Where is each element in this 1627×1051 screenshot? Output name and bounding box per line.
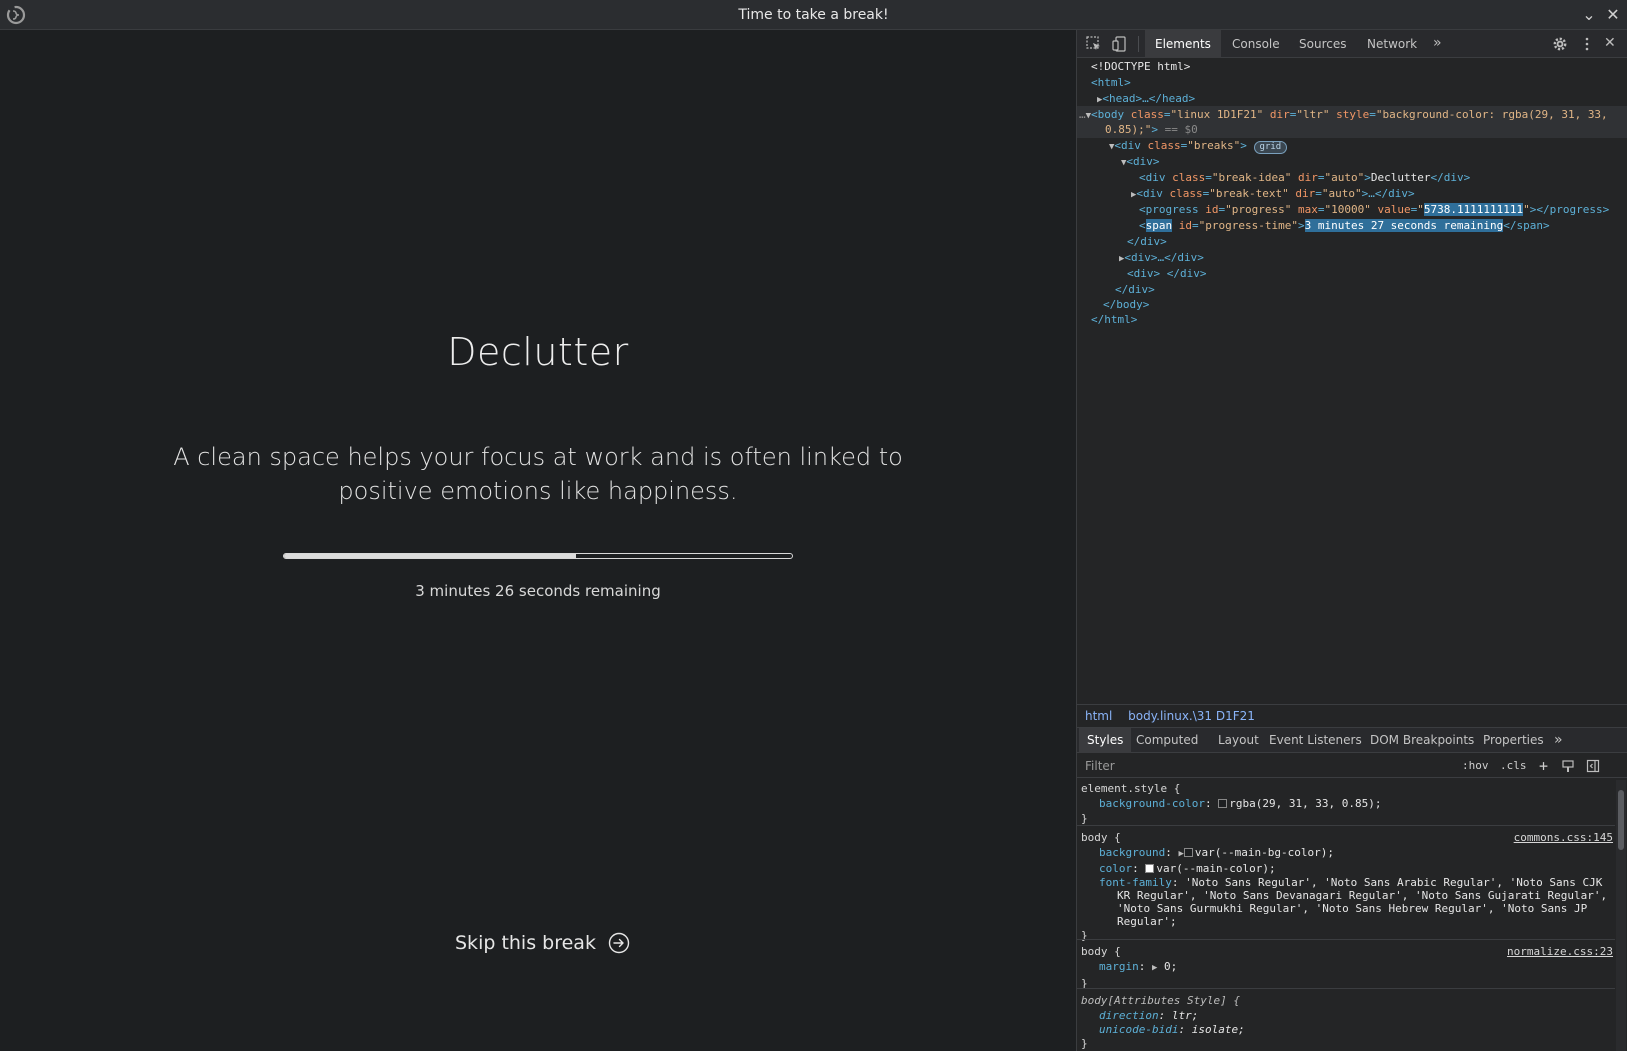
toolbar-separator	[1138, 36, 1139, 52]
cls-toggle[interactable]: .cls	[1500, 757, 1527, 775]
color-swatch[interactable]	[1145, 864, 1155, 873]
dom-inner-div[interactable]: ▼<div>	[1121, 154, 1160, 171]
toggle-sidebar-icon[interactable]	[1586, 759, 1600, 773]
dom-break-idea[interactable]: <div class="break-idea" dir="auto">Declu…	[1139, 170, 1470, 186]
dom-html-close: </html>	[1091, 313, 1138, 326]
decl-background-color[interactable]: background-color: rgba(29, 31, 33, 0.85)…	[1077, 797, 1615, 810]
breadcrumb: html body.linux.\31 D1F21	[1077, 704, 1627, 726]
hov-toggle[interactable]: :hov	[1462, 757, 1489, 775]
decl-font-family[interactable]: font-family: 'Noto Sans Regular', 'Noto …	[1077, 876, 1615, 889]
dom-div-close-2: </div>	[1115, 283, 1155, 296]
styles-tab-bar: Styles Computed Layout Event Listeners D…	[1077, 727, 1627, 753]
close-icon[interactable]: ✕	[1603, 5, 1623, 25]
rule-attributes-style: body[Attributes Style] { direction: ltr;…	[1077, 994, 1615, 1050]
dom-doctype[interactable]: <!DOCTYPE html>	[1091, 59, 1190, 75]
decl-direction[interactable]: direction: ltr;	[1077, 1009, 1615, 1022]
dom-head[interactable]: ▶<head>…</head>	[1097, 91, 1195, 108]
rule-element-style: element.style { background-color: rgba(2…	[1077, 782, 1615, 825]
decl-font-family-cont-3: Regular';	[1117, 915, 1177, 928]
dom-breaks-div[interactable]: ▼<div class="breaks"> grid	[1109, 138, 1288, 155]
skip-break-label: Skip this break	[455, 932, 596, 954]
window-title: Time to take a break!	[738, 6, 889, 23]
dom-progress-time-span[interactable]: <span id="progress-time">3 minutes 27 se…	[1139, 218, 1550, 234]
devtools-panel: Elements Console Sources Network » ✕ <!D…	[1076, 30, 1627, 1051]
decl-margin[interactable]: margin: ▶ 0;	[1077, 960, 1615, 975]
dom-div-collapsed[interactable]: ▶<div>…</div>	[1119, 250, 1204, 267]
arrow-right-circle-icon	[608, 932, 630, 954]
styles-filter-bar: :hov .cls +	[1077, 754, 1627, 778]
gear-icon[interactable]	[1551, 35, 1569, 53]
dom-div-empty[interactable]: <div> </div>	[1127, 266, 1206, 282]
break-progress-fill	[284, 554, 576, 558]
tab-properties[interactable]: Properties	[1475, 728, 1552, 753]
tab-elements[interactable]: Elements	[1145, 30, 1221, 58]
tab-console[interactable]: Console	[1222, 30, 1290, 58]
source-link-normalize[interactable]: normalize.css:23	[1507, 945, 1613, 958]
grid-badge[interactable]: grid	[1253, 141, 1288, 154]
dom-body-cont: 0.85);"> == $0	[1105, 123, 1198, 136]
styles-scrollbar[interactable]	[1616, 780, 1626, 1051]
breadcrumb-body[interactable]: body.linux.\31 D1F21	[1128, 709, 1255, 723]
rule-body-commons: body { commons.css:145 background: ▶ var(…	[1077, 831, 1615, 942]
decl-font-family-cont-1: KR Regular', 'Noto Sans Devanagari Regul…	[1117, 889, 1608, 902]
break-screen: Declutter A clean space helps your focus…	[0, 30, 1076, 1051]
decl-unicode-bidi[interactable]: unicode-bidi: isolate;	[1077, 1023, 1615, 1036]
decl-font-family-cont-2: 'Noto Sans Gurmukhi Regular', 'Noto Sans…	[1117, 902, 1588, 915]
rule-divider	[1077, 939, 1615, 940]
break-idea: Declutter	[447, 330, 629, 374]
break-progress-bar	[283, 553, 793, 559]
dom-tree: <!DOCTYPE html> <html> ▶<head>…</head> ……	[1077, 59, 1627, 699]
break-text: A clean space helps your focus at work a…	[173, 443, 903, 505]
dom-break-text[interactable]: ▶<div class="break-text" dir="auto">…</d…	[1131, 186, 1415, 203]
dom-html[interactable]: <html>	[1091, 75, 1131, 91]
devtools-toolbar: Elements Console Sources Network » ✕	[1077, 30, 1627, 58]
decl-background[interactable]: background: ▶ var(--main-bg-color);	[1077, 846, 1615, 861]
tab-dom-breakpoints[interactable]: DOM Breakpoints	[1362, 728, 1482, 753]
rule-divider	[1077, 988, 1615, 989]
progress-time: 3 minutes 26 seconds remaining	[415, 582, 661, 600]
tab-computed[interactable]: Computed	[1128, 728, 1206, 753]
more-tabs-icon[interactable]: »	[1433, 34, 1451, 52]
tab-network[interactable]: Network	[1357, 30, 1427, 58]
decl-color[interactable]: color: var(--main-color);	[1077, 862, 1615, 875]
tab-sources[interactable]: Sources	[1289, 30, 1356, 58]
tab-styles[interactable]: Styles	[1079, 728, 1132, 753]
color-swatch[interactable]	[1183, 848, 1193, 857]
tab-layout[interactable]: Layout	[1210, 728, 1267, 753]
paint-bucket-icon[interactable]	[1561, 759, 1575, 773]
color-swatch[interactable]	[1218, 799, 1228, 808]
styles-filter-input[interactable]	[1081, 756, 1433, 776]
inspect-element-icon[interactable]	[1085, 35, 1103, 53]
tab-event-listeners[interactable]: Event Listeners	[1261, 728, 1370, 753]
dom-progress[interactable]: <progress id="progress" max="10000" valu…	[1139, 202, 1609, 218]
device-toolbar-icon[interactable]	[1111, 35, 1129, 53]
new-style-rule-button[interactable]: +	[1539, 757, 1548, 775]
skip-break-button[interactable]: Skip this break	[455, 927, 630, 959]
close-devtools-icon[interactable]: ✕	[1604, 34, 1622, 52]
more-panels-icon[interactable]: »	[1546, 728, 1571, 753]
dom-body-close: </body>	[1103, 298, 1150, 311]
breadcrumb-html[interactable]: html	[1085, 709, 1112, 723]
dom-div-close-1: </div>	[1127, 235, 1167, 248]
app-logo-icon	[6, 5, 26, 25]
more-options-icon[interactable]	[1578, 35, 1596, 53]
chevron-down-icon[interactable]: ⌄	[1579, 5, 1599, 25]
rule-body-normalize: body { normalize.css:23 margin: ▶ 0; }	[1077, 945, 1615, 990]
styles-pane: element.style { background-color: rgba(2…	[1077, 779, 1615, 1051]
rule-divider	[1077, 825, 1615, 826]
source-link-commons[interactable]: commons.css:145	[1514, 831, 1613, 844]
scrollbar-thumb[interactable]	[1618, 790, 1624, 850]
title-bar: Time to take a break! ⌄ ✕	[0, 0, 1627, 30]
